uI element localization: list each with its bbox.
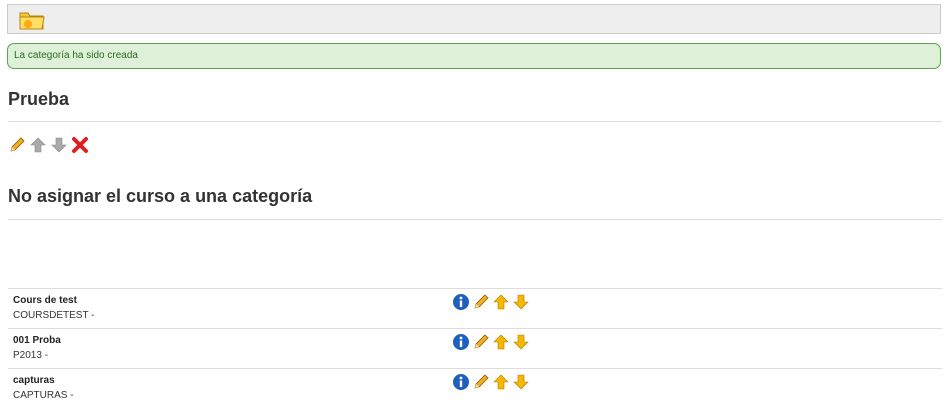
course-title: capturas	[13, 375, 55, 386]
arrow-down-icon[interactable]	[512, 373, 530, 391]
table-row: 001 Proba P2013 -	[8, 329, 942, 369]
delete-icon[interactable]	[71, 136, 89, 154]
course-code: CAPTURAS -	[13, 390, 74, 401]
course-title: Cours de test	[13, 295, 77, 306]
arrow-down-icon[interactable]	[512, 293, 530, 311]
arrow-up-disabled-icon	[30, 137, 46, 153]
arrow-up-icon[interactable]	[492, 373, 510, 391]
course-title: 001 Proba	[13, 335, 61, 346]
category-title: Prueba	[8, 89, 942, 122]
course-actions	[452, 293, 530, 311]
info-icon[interactable]	[452, 333, 470, 351]
success-message: La categoría ha sido creada	[7, 43, 941, 69]
course-actions	[452, 373, 530, 391]
table-row: Cours de test COURSDETEST -	[8, 289, 942, 329]
toolbar	[7, 4, 941, 34]
unassigned-title: No asignar el curso a una categoría	[8, 186, 942, 220]
info-icon[interactable]	[452, 373, 470, 391]
arrow-up-icon[interactable]	[492, 293, 510, 311]
edit-icon[interactable]	[472, 373, 490, 391]
arrow-up-icon[interactable]	[492, 333, 510, 351]
table-row: capturas CAPTURAS -	[8, 369, 942, 408]
edit-icon[interactable]	[472, 293, 490, 311]
edit-icon[interactable]	[472, 333, 490, 351]
arrow-down-disabled-icon	[51, 137, 67, 153]
course-code: COURSDETEST -	[13, 310, 95, 321]
course-code: P2013 -	[13, 350, 49, 361]
folder-icon[interactable]	[18, 9, 46, 31]
info-icon[interactable]	[452, 293, 470, 311]
arrow-down-icon[interactable]	[512, 333, 530, 351]
course-actions	[452, 333, 530, 351]
category-actions	[8, 136, 89, 154]
course-table: Cours de test COURSDETEST - 001 Proba P2…	[8, 288, 942, 408]
edit-icon[interactable]	[8, 136, 26, 154]
